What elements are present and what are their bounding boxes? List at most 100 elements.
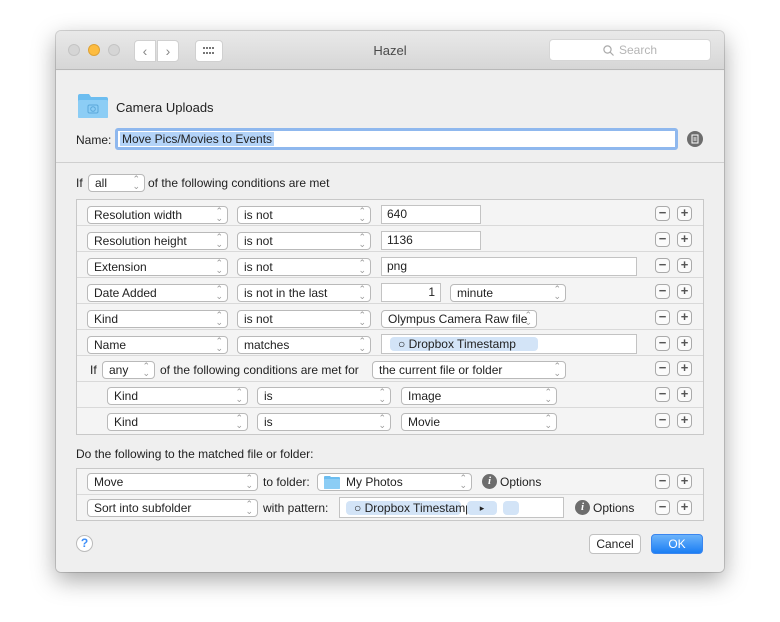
attribute-popup[interactable]: Kind ⌃ ⌄ — [107, 387, 248, 405]
remove-condition-button[interactable]: − — [655, 258, 670, 273]
folder-value: My Photos — [346, 475, 403, 489]
conditions-list: Resolution width ⌃ ⌄ is not ⌃ ⌄ 640 − + Reso… — [76, 199, 704, 435]
amount-input[interactable]: 1 — [381, 283, 441, 302]
operator-popup[interactable]: is not ⌃ ⌄ — [237, 258, 371, 276]
remove-condition-button[interactable]: − — [655, 336, 670, 351]
nested-match-mode-popup[interactable]: any ⌃ ⌄ — [102, 361, 155, 379]
add-condition-button[interactable]: + — [677, 413, 692, 428]
kind-value: Image — [408, 389, 442, 403]
token-arrow-icon[interactable]: ▸ — [467, 501, 497, 515]
operator-popup[interactable]: is not ⌃ ⌄ — [237, 310, 371, 328]
updown-icon: ⌃ ⌄ — [459, 473, 467, 490]
add-condition-button[interactable]: + — [677, 361, 692, 376]
updown-icon: ⌃ ⌄ — [358, 336, 366, 353]
operator-popup[interactable]: is ⌃ ⌄ — [257, 413, 391, 431]
updown-icon: ⌃ ⌄ — [215, 310, 223, 327]
attribute-popup[interactable]: Resolution width ⌃ ⌄ — [87, 206, 228, 224]
add-action-button[interactable]: + — [677, 500, 692, 515]
conditions-suffix: of the following conditions are met — [148, 176, 330, 190]
attribute-popup[interactable]: Kind ⌃ ⌄ — [107, 413, 248, 431]
options-button[interactable]: Options — [500, 475, 541, 489]
title-bar: ‹ › Hazel Search — [56, 31, 724, 70]
kind-value-popup[interactable]: Movie ⌃ ⌄ — [401, 413, 557, 431]
add-condition-button[interactable]: + — [677, 387, 692, 402]
attribute-popup[interactable]: Kind ⌃ ⌄ — [87, 310, 228, 328]
remove-condition-button[interactable]: − — [655, 232, 670, 247]
attribute-popup[interactable]: Resolution height ⌃ ⌄ — [87, 232, 228, 250]
actions-header: Do the following to the matched file or … — [76, 447, 314, 461]
action-popup[interactable]: Move ⌃ ⌄ — [87, 473, 258, 491]
attribute-popup[interactable]: Name ⌃ ⌄ — [87, 336, 228, 354]
attribute-value: Resolution height — [94, 234, 187, 248]
action-value: Move — [94, 475, 124, 489]
operator-popup[interactable]: matches ⌃ ⌄ — [237, 336, 371, 354]
dropbox-timestamp-token[interactable]: ○ Dropbox Timestamp — [390, 337, 538, 351]
updown-icon: ⌃ ⌄ — [358, 284, 366, 301]
condition-row: Resolution width ⌃ ⌄ is not ⌃ ⌄ 640 − + — [77, 200, 703, 226]
updown-icon: ⌃ ⌄ — [358, 232, 366, 249]
add-condition-button[interactable]: + — [677, 232, 692, 247]
value-input[interactable]: 640 — [381, 205, 481, 224]
operator-popup[interactable]: is not in the last ⌃ ⌄ — [237, 284, 371, 302]
remove-condition-button[interactable]: − — [655, 310, 670, 325]
action-row: Sort into subfolder ⌃ ⌄ with pattern: ○ Dr… — [77, 495, 703, 521]
info-icon[interactable]: i — [575, 500, 590, 515]
add-condition-button[interactable]: + — [677, 310, 692, 325]
condition-row: Extension ⌃ ⌄ is not ⌃ ⌄ png − + — [77, 252, 703, 278]
subfolder-pattern-input[interactable]: ○ Dropbox Timestamp ▸ — [339, 497, 564, 518]
remove-action-button[interactable]: − — [655, 500, 670, 515]
pattern-input[interactable]: ○ Dropbox Timestamp — [381, 334, 637, 354]
help-button[interactable]: ? — [76, 535, 93, 552]
remove-condition-button[interactable]: − — [655, 284, 670, 299]
nested-target-popup[interactable]: the current file or folder ⌃ ⌄ — [372, 361, 566, 379]
rule-name-value: Move Pics/Movies to Events — [120, 132, 275, 146]
add-action-button[interactable]: + — [677, 474, 692, 489]
operator-popup[interactable]: is not ⌃ ⌄ — [237, 232, 371, 250]
add-condition-button[interactable]: + — [677, 336, 692, 351]
info-icon[interactable]: i — [482, 474, 497, 489]
nested-middle-label: of the following conditions are met for — [160, 363, 359, 377]
remove-condition-button[interactable]: − — [655, 387, 670, 402]
operator-popup[interactable]: is ⌃ ⌄ — [257, 387, 391, 405]
unit-popup[interactable]: minute ⌃ ⌄ — [450, 284, 566, 302]
action-popup[interactable]: Sort into subfolder ⌃ ⌄ — [87, 499, 258, 517]
match-mode-popup[interactable]: all ⌃ ⌄ — [88, 174, 145, 192]
updown-icon: ⌃ ⌄ — [132, 174, 140, 191]
updown-icon: ⌃ ⌄ — [215, 284, 223, 301]
add-condition-button[interactable]: + — [677, 284, 692, 299]
connector-label: with pattern: — [263, 501, 329, 515]
document-icon — [691, 134, 699, 144]
operator-value: is not — [244, 260, 273, 274]
attribute-popup[interactable]: Extension ⌃ ⌄ — [87, 258, 228, 276]
add-condition-button[interactable]: + — [677, 206, 692, 221]
action-row: Move ⌃ ⌄ to folder: My Photos ⌃ ⌄ i Options … — [77, 469, 703, 495]
folder-popup[interactable]: My Photos ⌃ ⌄ — [317, 473, 472, 491]
value-input[interactable]: png — [381, 257, 637, 276]
dropbox-timestamp-token[interactable]: ○ Dropbox Timestamp — [346, 501, 472, 515]
value-input[interactable]: 1136 — [381, 231, 481, 250]
kind-value-popup[interactable]: Image ⌃ ⌄ — [401, 387, 557, 405]
updown-icon: ⌃ ⌄ — [215, 258, 223, 275]
options-button[interactable]: Options — [593, 501, 634, 515]
cancel-button[interactable]: Cancel — [589, 534, 641, 554]
updown-icon: ⌃ ⌄ — [553, 284, 561, 301]
attribute-value: Kind — [114, 389, 139, 403]
empty-token[interactable] — [503, 501, 519, 515]
attribute-popup[interactable]: Date Added ⌃ ⌄ — [87, 284, 228, 302]
updown-icon: ⌃ ⌄ — [215, 232, 223, 249]
operator-value: is — [264, 389, 273, 403]
operator-value: is not — [244, 312, 273, 326]
operator-popup[interactable]: is not ⌃ ⌄ — [237, 206, 371, 224]
rule-name-input[interactable]: Move Pics/Movies to Events — [115, 128, 678, 150]
action-value: Sort into subfolder — [94, 501, 192, 515]
kind-value-popup[interactable]: Olympus Camera Raw file ⌃ ⌄ — [381, 310, 537, 328]
remove-condition-button[interactable]: − — [655, 361, 670, 376]
notes-button[interactable] — [687, 131, 703, 147]
nested-target-value: the current file or folder — [379, 363, 503, 377]
remove-condition-button[interactable]: − — [655, 413, 670, 428]
add-condition-button[interactable]: + — [677, 258, 692, 273]
remove-action-button[interactable]: − — [655, 474, 670, 489]
ok-button[interactable]: OK — [651, 534, 703, 554]
search-input[interactable]: Search — [549, 39, 711, 61]
remove-condition-button[interactable]: − — [655, 206, 670, 221]
